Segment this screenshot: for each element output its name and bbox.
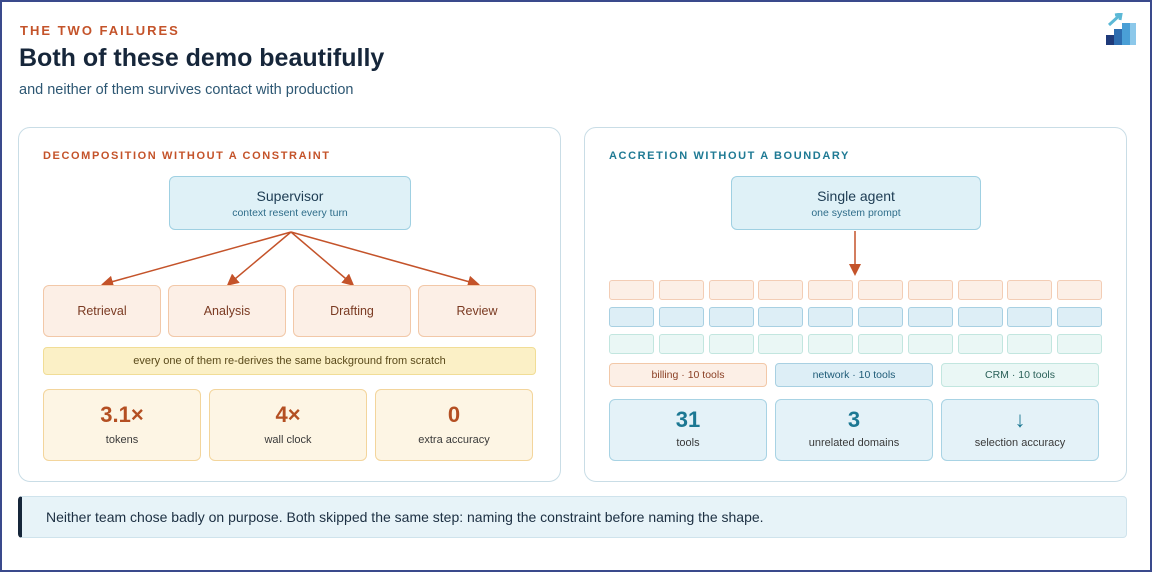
down-arrow-icon: ↓ [1014,407,1026,432]
eyebrow-label: THE TWO FAILURES [20,23,180,38]
worker-node-retrieval: Retrieval [43,285,161,337]
tool-tile [609,307,654,327]
domain-pill-network: network · 10 tools [775,363,933,387]
accretion-panel: ACCRETION WITHOUT A BOUNDARY Single agen… [584,127,1127,482]
tool-tile [609,280,654,300]
stat-card-selection-accuracy: ↓ selection accuracy [941,399,1099,461]
tool-tile [658,334,704,354]
tool-tile [658,280,704,300]
tool-tile [858,307,903,327]
tool-tile [1007,307,1053,327]
stat-card-extra-accuracy: 0 extra accuracy [375,389,533,461]
stat-label: extra accuracy [418,434,490,446]
tool-tile [808,280,854,300]
stat-label: unrelated domains [808,437,900,449]
tool-tile [957,334,1003,354]
stat-card-tools: 31 tools [609,399,767,461]
stat-value: 4× [275,402,301,427]
domain-pill-billing: billing · 10 tools [609,363,767,387]
tool-tile [708,280,754,300]
tool-tile [708,334,754,354]
worker-node-analysis: Analysis [168,285,286,337]
tool-tile [1057,280,1103,300]
tool-tile [907,334,953,354]
stat-value: 31 [675,407,701,432]
tool-tile [658,307,704,327]
tool-tile [758,280,804,300]
single-agent-node: Single agent one system prompt [731,176,981,230]
node-subtitle: context resent every turn [232,207,348,219]
tool-tile [907,280,953,300]
stat-card-tokens: 3.1× tokens [43,389,201,461]
tool-tile [758,307,804,327]
stat-label: selection accuracy [974,437,1066,449]
tool-tile [808,307,854,327]
tool-tile [1057,334,1103,354]
tool-tile [957,280,1003,300]
page-subtitle: and neither of them survives contact wit… [19,82,354,98]
stat-card-domains: 3 unrelated domains [775,399,933,461]
tool-tile [1057,307,1103,327]
stat-card-wall-clock: 4× wall clock [209,389,367,461]
stat-value: 0 [447,402,461,427]
background-banner: every one of them re-derives the same ba… [43,347,536,375]
stat-value: 3.1× [100,402,144,427]
tool-tile [758,334,804,354]
tool-tile [1007,334,1053,354]
tool-tile [858,280,903,300]
stat-label: tokens [105,434,139,446]
tool-tile [907,307,953,327]
stat-value: 3 [847,407,861,432]
tool-tile [808,334,854,354]
tool-tile [858,334,903,354]
tool-tile [957,307,1003,327]
supervisor-node: Supervisor context resent every turn [169,176,411,230]
decomposition-panel: DECOMPOSITION WITHOUT A CONSTRAINT Super… [18,127,561,482]
tool-tile [708,307,754,327]
footer-callout: Neither team chose badly on purpose. Bot… [18,496,1127,538]
node-title: Supervisor [256,188,324,204]
node-title: Single agent [817,188,895,204]
worker-node-drafting: Drafting [293,285,411,337]
stat-label: wall clock [264,434,312,446]
stat-label: tools [676,437,700,449]
node-subtitle: one system prompt [811,207,901,219]
worker-node-review: Review [418,285,536,337]
page-title: Both of these demo beautifully [19,44,385,72]
tool-tile [1007,280,1053,300]
logo-icon [1106,13,1136,45]
domain-pill-crm: CRM · 10 tools [941,363,1099,387]
tool-tile [609,334,654,354]
